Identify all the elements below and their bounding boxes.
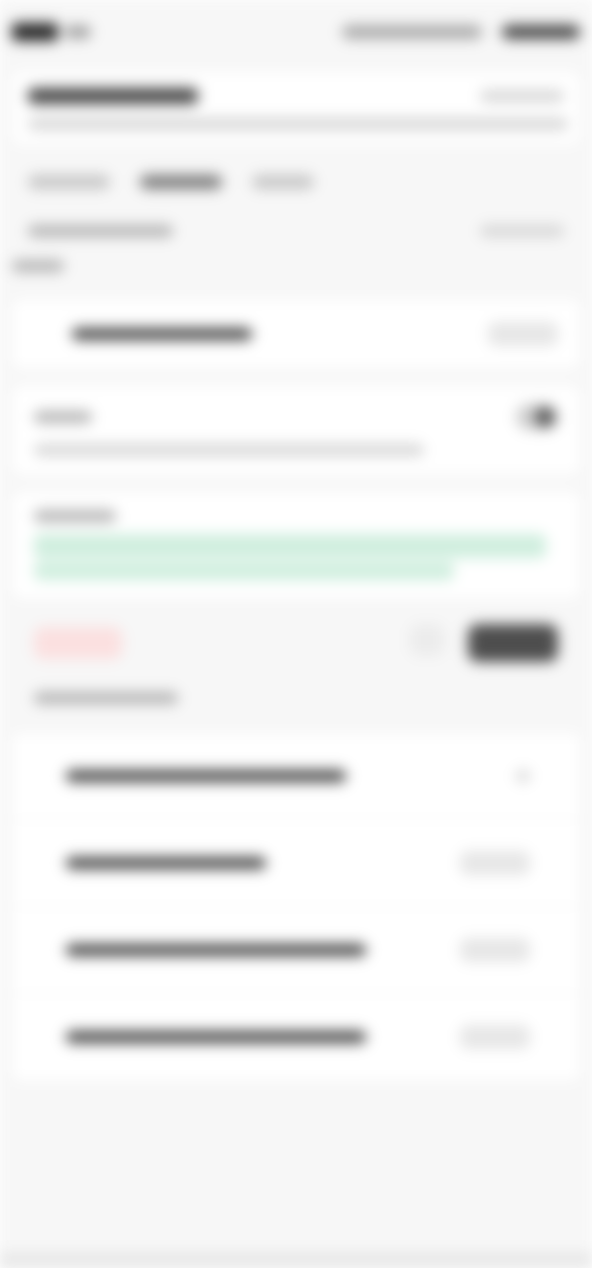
success-text [34, 534, 546, 558]
list-item[interactable] [12, 819, 580, 906]
list-item-title [66, 1031, 366, 1043]
tab-2[interactable] [140, 175, 222, 189]
list-item-button[interactable] [460, 1025, 530, 1049]
list-item[interactable] [12, 993, 580, 1080]
filter-dropdown[interactable] [480, 225, 564, 237]
actions-row [12, 616, 580, 692]
tab-1[interactable] [28, 175, 110, 189]
brand-mark [12, 23, 58, 41]
list-item[interactable] [12, 906, 580, 993]
brand-secondary [66, 26, 90, 38]
list-item-title [66, 944, 366, 956]
success-box [12, 492, 580, 598]
hero-card [12, 72, 580, 144]
toggle-row [12, 386, 580, 474]
hero-status [480, 90, 564, 102]
entry-row[interactable] [12, 300, 580, 368]
entry-button[interactable] [488, 322, 558, 346]
top-button[interactable] [502, 25, 580, 39]
chevron-down-icon [516, 770, 530, 782]
list-card [12, 732, 580, 1080]
top-actions [342, 25, 580, 39]
toggle-label [34, 411, 92, 423]
hero-row [28, 88, 564, 104]
list-item-button[interactable] [460, 851, 530, 875]
list-item[interactable] [12, 732, 580, 819]
page [0, 0, 592, 1268]
bottom-bar [0, 1252, 592, 1268]
list-item-title [66, 857, 266, 869]
toggle-header [34, 404, 558, 430]
success-text-2 [34, 562, 454, 580]
entry-title [72, 328, 252, 340]
hero-description [28, 118, 568, 130]
success-title [34, 510, 116, 522]
brand[interactable] [12, 23, 90, 41]
top-bar [12, 0, 580, 64]
danger-button[interactable] [34, 627, 122, 659]
filter-search[interactable] [28, 225, 173, 237]
list-heading [34, 692, 178, 704]
filter-row [12, 202, 580, 260]
section-label [12, 260, 64, 272]
tab-3[interactable] [252, 175, 314, 189]
toggle-help [34, 444, 424, 456]
list-item-title [66, 770, 346, 782]
top-link[interactable] [342, 25, 482, 39]
more-button[interactable] [410, 624, 444, 656]
list-item-button[interactable] [460, 938, 530, 962]
primary-button[interactable] [468, 624, 558, 662]
tab-bar [12, 162, 580, 202]
action-group [410, 624, 558, 662]
setting-toggle[interactable] [516, 404, 558, 430]
hero-title [28, 88, 198, 104]
